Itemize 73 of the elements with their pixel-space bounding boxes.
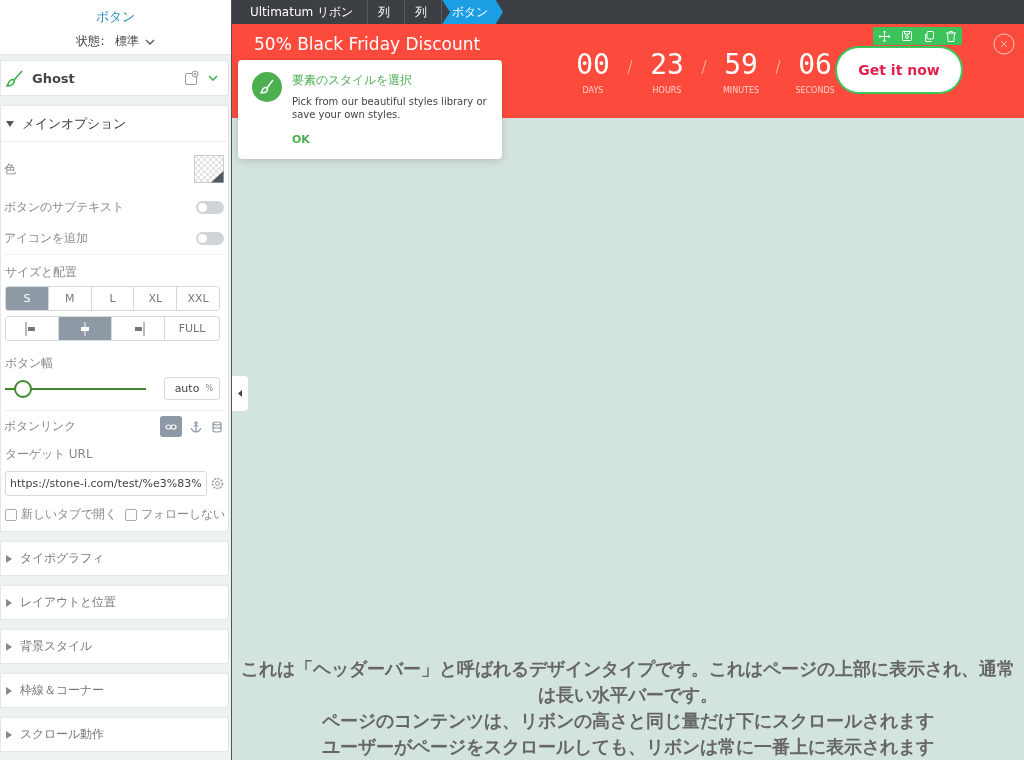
toggle-switch[interactable] [196, 201, 224, 214]
countdown-unit: HOURS [651, 86, 683, 95]
countdown-unit: DAYS [581, 86, 605, 95]
close-icon[interactable] [993, 33, 1015, 55]
triangle-icon [6, 686, 12, 695]
state-label: 状態: [76, 33, 105, 50]
checkbox[interactable] [5, 508, 17, 521]
link-icon[interactable] [160, 416, 182, 437]
toggle-switch[interactable] [196, 232, 224, 245]
link-label: ボタンリンク [4, 418, 76, 435]
checkbox-label: 新しいタブで開く [21, 506, 117, 523]
section-header[interactable]: 枠線＆コーナー [0, 673, 229, 708]
section-header[interactable]: メインオプション [1, 106, 228, 142]
triangle-icon [6, 598, 12, 607]
slash-icon [627, 60, 633, 74]
save-icon[interactable] [902, 31, 912, 41]
size-option[interactable]: XXL [176, 287, 219, 310]
popover-title: 要素のスタイルを選択 [292, 72, 413, 89]
page-text: これは「ヘッダーバー」と呼ばれるデザインタイプです。これはページの上部に表示され、通常は長い水平バーです。 [240, 657, 1016, 707]
section-header[interactable]: 背景スタイル [0, 629, 229, 664]
collapse-tab[interactable] [232, 376, 248, 411]
breadcrumb[interactable]: ボタン [442, 0, 503, 24]
triangle-icon [6, 120, 14, 127]
ribbon-headline: 50% Black Friday Discount [254, 34, 481, 54]
countdown-value: 23 [649, 48, 685, 81]
section-header[interactable]: レイアウトと位置 [0, 585, 229, 620]
section-header[interactable]: スクロール動作 [0, 717, 229, 752]
countdown-unit: SECONDS [794, 86, 836, 95]
triangle-icon [6, 642, 12, 651]
triangle-icon [6, 730, 12, 739]
chevron-icon[interactable] [208, 75, 218, 81]
settings-icon[interactable] [211, 477, 224, 490]
panel-title: ボタン [95, 8, 136, 26]
toggle-label: ボタンのサブテキスト [4, 199, 124, 216]
page-text: ページのコンテンツは、リボンの高さと同じ量だけ下にスクロールされます [321, 709, 935, 733]
save-style-icon[interactable] [184, 70, 200, 86]
copy-icon[interactable] [924, 30, 934, 42]
triangle-icon [6, 554, 12, 563]
style-preset-card[interactable]: Ghost [0, 60, 229, 96]
page-text: ユーザーがページをスクロールしても、リボンは常に一番上に表示されます [321, 735, 935, 759]
countdown-unit: MINUTES [721, 86, 761, 95]
align-option[interactable] [58, 317, 112, 340]
url-label: ターゲット URL [4, 446, 94, 463]
brush-icon [252, 72, 282, 102]
url-input[interactable]: https://stone-i.com/test/%e3%83% [5, 471, 208, 496]
align-center-icon [78, 321, 92, 336]
chevron-icon [144, 38, 155, 45]
color-swatch[interactable] [194, 155, 224, 183]
get-it-now-button[interactable]: Get it now [836, 47, 962, 93]
size-label: サイズと配置 [4, 264, 78, 281]
caret-icon [238, 390, 242, 397]
toggle-label: アイコンを追加 [4, 230, 88, 247]
color-label: 色 [4, 160, 16, 178]
ok-button[interactable]: OK [292, 133, 310, 146]
section-header[interactable]: タイポグラフィ [0, 541, 229, 576]
size-option[interactable]: S [6, 287, 48, 310]
popover-text: Pick from our beautiful styles library or save your own styles. [292, 95, 488, 121]
countdown-value: 59 [723, 48, 759, 81]
move-icon[interactable] [879, 30, 890, 42]
state-dropdown[interactable]: 標準 [114, 33, 155, 50]
slider-thumb[interactable] [13, 379, 32, 398]
slash-icon [775, 60, 781, 74]
countdown-value: 06 [797, 48, 833, 81]
align-option[interactable]: FULL [164, 317, 219, 340]
width-field[interactable]: auto % [164, 377, 220, 400]
countdown-value: 00 [575, 48, 611, 81]
trash-icon[interactable] [946, 30, 956, 42]
checkbox[interactable] [125, 508, 137, 521]
width-label: ボタン幅 [4, 355, 54, 372]
preset-name: Ghost [32, 70, 76, 86]
checkbox-label: フォローしない [141, 506, 225, 523]
slash-icon [701, 60, 707, 74]
brush-icon [6, 69, 24, 87]
